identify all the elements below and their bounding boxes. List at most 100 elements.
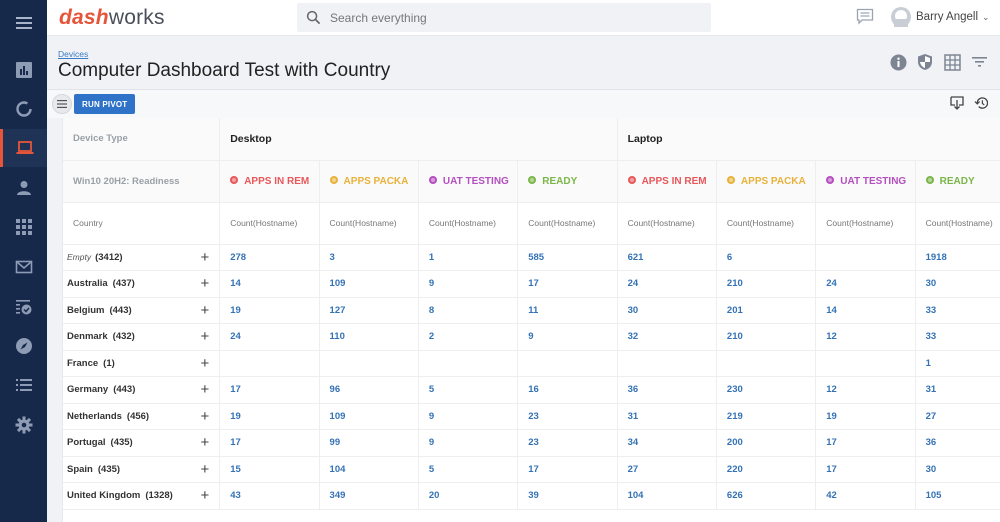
sidebar-item-menu[interactable]: [0, 4, 47, 42]
status-header-laptop-1[interactable]: APPS PACKA: [716, 160, 817, 203]
sidebar-item-devices[interactable]: [0, 129, 47, 167]
status-header-desktop-3[interactable]: READY: [517, 160, 618, 203]
status-header-laptop-3[interactable]: READY: [915, 160, 1000, 203]
value-cell[interactable]: 31: [617, 403, 717, 430]
filter-icon[interactable]: [970, 53, 988, 71]
info-icon[interactable]: [889, 53, 907, 71]
value-cell[interactable]: 43: [219, 482, 320, 510]
expand-plus-icon[interactable]: +: [200, 488, 209, 503]
value-cell[interactable]: 5: [418, 456, 519, 483]
value-cell[interactable]: 99: [319, 429, 419, 457]
value-cell[interactable]: 34: [617, 429, 717, 457]
value-cell[interactable]: 9: [418, 403, 519, 430]
value-cell[interactable]: 24: [219, 323, 320, 351]
value-cell[interactable]: 9: [418, 429, 519, 457]
value-cell[interactable]: 14: [219, 270, 320, 298]
value-cell[interactable]: 621: [617, 244, 717, 271]
sidebar-item-discover[interactable]: [0, 327, 47, 365]
value-cell[interactable]: 110: [319, 323, 419, 351]
sidebar-item-settings[interactable]: [0, 406, 47, 444]
value-cell[interactable]: 2: [418, 323, 519, 351]
value-cell[interactable]: 27: [617, 456, 717, 483]
sidebar-item-users[interactable]: [0, 169, 47, 207]
value-cell[interactable]: 19: [815, 403, 916, 430]
value-cell[interactable]: 210: [716, 323, 817, 351]
value-cell[interactable]: 109: [319, 403, 419, 430]
sidebar-item-dashboards[interactable]: [0, 51, 47, 89]
table-view-icon[interactable]: [943, 53, 961, 71]
value-cell[interactable]: 9: [517, 323, 618, 351]
column-group-desktop[interactable]: Desktop: [219, 118, 618, 161]
expand-plus-icon[interactable]: +: [200, 329, 209, 344]
value-cell[interactable]: 24: [617, 270, 717, 298]
value-cell[interactable]: 3: [319, 244, 419, 271]
value-cell[interactable]: 23: [517, 429, 618, 457]
expand-plus-icon[interactable]: +: [200, 303, 209, 318]
value-cell[interactable]: 6: [716, 244, 817, 271]
value-cell[interactable]: 349: [319, 482, 419, 510]
sidebar-item-mailboxes[interactable]: [0, 248, 47, 286]
expand-plus-icon[interactable]: +: [200, 462, 209, 477]
value-cell[interactable]: 201: [716, 297, 817, 324]
search-input[interactable]: [330, 10, 690, 25]
value-cell[interactable]: 230: [716, 376, 817, 404]
value-cell[interactable]: 585: [517, 244, 618, 271]
value-cell[interactable]: 105: [915, 482, 1000, 510]
value-cell[interactable]: 39: [517, 482, 618, 510]
value-cell[interactable]: 109: [319, 270, 419, 298]
export-icon[interactable]: [950, 96, 964, 110]
value-cell[interactable]: 23: [517, 403, 618, 430]
status-header-desktop-2[interactable]: UAT TESTING: [418, 160, 519, 203]
value-cell[interactable]: 96: [319, 376, 419, 404]
value-cell[interactable]: 19: [219, 297, 320, 324]
value-cell[interactable]: 17: [219, 376, 320, 404]
breadcrumb-devices[interactable]: Devices: [58, 49, 88, 59]
value-cell[interactable]: 278: [219, 244, 320, 271]
column-group-laptop[interactable]: Laptop: [617, 118, 1000, 161]
expand-plus-icon[interactable]: +: [200, 356, 209, 371]
chat-icon[interactable]: [856, 8, 874, 30]
value-cell[interactable]: 1: [418, 244, 519, 271]
value-cell[interactable]: 24: [815, 270, 916, 298]
value-cell[interactable]: 27: [915, 403, 1000, 430]
expand-plus-icon[interactable]: +: [200, 435, 209, 450]
value-cell[interactable]: 36: [617, 376, 717, 404]
value-cell[interactable]: 30: [617, 297, 717, 324]
value-cell[interactable]: 19: [219, 403, 320, 430]
value-cell[interactable]: 12: [815, 323, 916, 351]
value-cell[interactable]: 11: [517, 297, 618, 324]
expand-plus-icon[interactable]: +: [200, 409, 209, 424]
search-box[interactable]: [297, 3, 711, 32]
sidebar-item-lists[interactable]: [0, 366, 47, 404]
status-header-laptop-0[interactable]: APPS IN REM: [617, 160, 717, 203]
value-cell[interactable]: 1: [915, 350, 1000, 377]
value-cell[interactable]: 104: [617, 482, 717, 510]
expand-plus-icon[interactable]: +: [200, 250, 209, 265]
value-cell[interactable]: 9: [418, 270, 519, 298]
sidebar-item-projects[interactable]: [0, 90, 47, 128]
value-cell[interactable]: 32: [617, 323, 717, 351]
user-menu[interactable]: Barry Angell ⌄: [891, 7, 990, 27]
value-cell[interactable]: 36: [915, 429, 1000, 457]
dashworks-logo[interactable]: dashworks: [59, 6, 165, 30]
value-cell[interactable]: 1918: [915, 244, 1000, 271]
expand-plus-icon[interactable]: +: [200, 382, 209, 397]
value-cell[interactable]: 17: [219, 429, 320, 457]
value-cell[interactable]: 200: [716, 429, 817, 457]
sidebar-item-applications[interactable]: [0, 208, 47, 246]
run-pivot-button[interactable]: RUN PIVOT: [74, 94, 136, 114]
status-header-desktop-1[interactable]: APPS PACKA: [319, 160, 419, 203]
value-cell[interactable]: 104: [319, 456, 419, 483]
value-cell[interactable]: 219: [716, 403, 817, 430]
expand-plus-icon[interactable]: +: [200, 276, 209, 291]
value-cell[interactable]: 33: [915, 297, 1000, 324]
value-cell[interactable]: 16: [517, 376, 618, 404]
value-cell[interactable]: 30: [915, 456, 1000, 483]
value-cell[interactable]: 626: [716, 482, 817, 510]
shield-icon[interactable]: [916, 53, 934, 71]
value-cell[interactable]: 30: [915, 270, 1000, 298]
status-header-desktop-0[interactable]: APPS IN REM: [219, 160, 320, 203]
value-cell[interactable]: 5: [418, 376, 519, 404]
value-cell[interactable]: 17: [815, 429, 916, 457]
value-cell[interactable]: 31: [915, 376, 1000, 404]
